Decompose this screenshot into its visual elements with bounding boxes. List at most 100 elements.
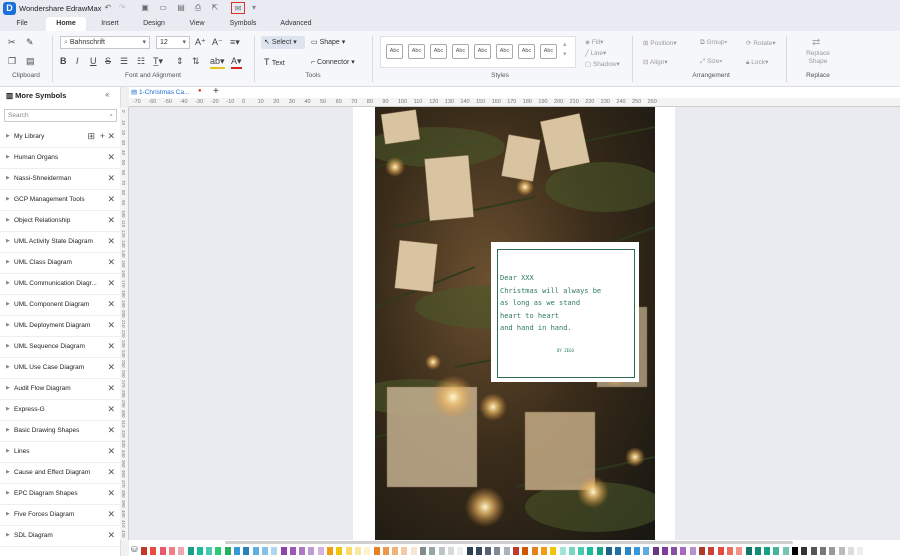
color-swatch[interactable] [317, 547, 324, 555]
increase-font-icon[interactable]: A⁺ [195, 37, 206, 48]
library-item[interactable]: ▶ GCP Management Tools ✕ [0, 190, 121, 211]
card-text-line[interactable]: as long as we stand [500, 299, 580, 307]
color-swatch[interactable] [327, 547, 333, 555]
tab-view[interactable]: View [185, 17, 209, 31]
library-item[interactable]: ▶ Object Relationship ✕ [0, 211, 121, 232]
select-tool-button[interactable]: ↖ Select ▾ [261, 36, 305, 49]
color-swatch[interactable] [364, 547, 371, 555]
tab-symbols[interactable]: Symbols [225, 17, 261, 31]
expand-arrow-icon[interactable]: ▶ [6, 238, 10, 244]
tab-advanced[interactable]: Advanced [277, 17, 315, 31]
redo-icon[interactable]: ↷ [117, 2, 127, 14]
color-swatch[interactable] [159, 547, 166, 555]
color-swatch[interactable] [224, 547, 231, 555]
align-menu-icon[interactable]: ≡▾ [230, 37, 240, 48]
card-signature[interactable]: BY ZEGO [557, 348, 574, 353]
style-preset[interactable]: Abc [518, 44, 535, 59]
library-item[interactable]: ▶ UML Communication Diagr... ✕ [0, 274, 121, 295]
close-icon[interactable]: ✕ [107, 320, 115, 331]
color-swatch[interactable] [457, 547, 464, 555]
expand-arrow-icon[interactable]: ▶ [6, 385, 10, 391]
bullet-list-icon[interactable]: ☰ [120, 56, 128, 67]
close-icon[interactable]: ✕ [107, 509, 115, 520]
add-icon[interactable]: + [100, 131, 105, 141]
color-swatch[interactable] [847, 547, 854, 555]
library-item[interactable]: ▶ Lines ✕ [0, 442, 121, 463]
color-swatch[interactable] [447, 547, 454, 555]
color-swatch[interactable] [540, 547, 547, 555]
close-icon[interactable]: ✕ [107, 488, 115, 499]
color-swatch[interactable] [801, 547, 808, 555]
card-text-line[interactable]: Dear XXX [500, 274, 534, 282]
close-icon[interactable]: ✕ [107, 341, 115, 352]
expand-arrow-icon[interactable]: ▶ [6, 175, 10, 181]
copy-icon[interactable]: ❐ [8, 56, 16, 67]
color-swatch[interactable] [354, 547, 361, 555]
tab-home[interactable]: Home [46, 17, 86, 31]
library-item[interactable]: ▶ Nassi-Shneiderman ✕ [0, 169, 121, 190]
color-swatch[interactable] [792, 547, 798, 555]
color-swatch[interactable] [587, 547, 594, 555]
expand-arrow-icon[interactable]: ▶ [6, 280, 10, 286]
shadow-button[interactable]: ▢ Shadow▾ [585, 60, 620, 68]
color-swatch[interactable] [559, 547, 566, 555]
highlight-icon[interactable]: ab▾ [210, 56, 225, 69]
color-swatch[interactable] [764, 547, 771, 555]
color-swatch[interactable] [736, 547, 743, 555]
styles-scroll-down-icon[interactable]: ▾ [563, 49, 567, 60]
color-swatch[interactable] [373, 547, 380, 555]
color-swatch[interactable] [234, 547, 240, 555]
color-swatch[interactable] [829, 547, 836, 555]
font-name-select[interactable]: ⌕ Bahnschrift ▾ [60, 36, 150, 49]
fill-button[interactable]: ◈ Fill▾ [585, 38, 603, 46]
color-swatch[interactable] [578, 547, 585, 555]
lock-button[interactable]: 🔒︎ Lock▾ [746, 58, 768, 67]
color-swatch[interactable] [819, 547, 826, 555]
color-swatch[interactable] [652, 547, 659, 555]
group-button[interactable]: ⧉ Group▾ [700, 39, 727, 47]
color-swatch[interactable] [410, 547, 417, 555]
library-item[interactable]: ▶ UML Sequence Diagram ✕ [0, 337, 121, 358]
expand-arrow-icon[interactable]: ▶ [6, 259, 10, 265]
color-swatch[interactable] [717, 547, 724, 555]
color-swatch[interactable] [531, 547, 538, 555]
import-icon[interactable]: ⊞ [87, 131, 95, 142]
expand-arrow-icon[interactable]: ▶ [6, 448, 10, 454]
library-item[interactable]: ▶ SDL Diagram ✕ [0, 526, 121, 547]
color-swatch[interactable] [187, 547, 194, 555]
size-button[interactable]: ⤢ Size▾ [700, 58, 722, 66]
expand-arrow-icon[interactable]: ▶ [6, 217, 10, 223]
close-icon[interactable]: ✕ [107, 530, 115, 541]
library-item[interactable]: ▶ Basic Drawing Shapes ✕ [0, 421, 121, 442]
add-document-icon[interactable]: + [213, 86, 219, 97]
expand-arrow-icon[interactable]: ▶ [6, 490, 10, 496]
color-swatch[interactable] [438, 547, 445, 555]
close-icon[interactable]: ✕ [107, 278, 115, 289]
close-icon[interactable]: ✕ [107, 131, 115, 142]
library-item[interactable]: ▶ UML Deployment Diagram ✕ [0, 316, 121, 337]
color-swatch[interactable] [661, 547, 668, 555]
position-button[interactable]: ⊞ Position▾ [643, 39, 677, 47]
tab-design[interactable]: Design [139, 17, 169, 31]
document-tab[interactable]: ▤ 1-Christmas Ca... [131, 88, 190, 96]
color-swatch[interactable] [513, 547, 519, 555]
style-preset[interactable]: Abc [408, 44, 425, 59]
color-swatch[interactable] [289, 547, 296, 555]
close-icon[interactable]: ✕ [107, 467, 115, 478]
color-swatch[interactable] [596, 547, 603, 555]
expand-arrow-icon[interactable]: ▶ [6, 511, 10, 517]
new-file-icon[interactable]: ▣ [140, 2, 150, 14]
library-item[interactable]: ▶ UML Use Case Diagram ✕ [0, 358, 121, 379]
library-item[interactable]: ▶ UML Activity State Diagram ✕ [0, 232, 121, 253]
strikethrough-icon[interactable]: S [105, 56, 111, 67]
replace-shape-label-1[interactable]: Replace [805, 50, 831, 57]
horizontal-scrollbar[interactable] [225, 541, 793, 544]
color-swatch[interactable] [615, 547, 622, 555]
text-format-icon[interactable]: T̲▾ [153, 56, 163, 67]
expand-arrow-icon[interactable]: ▶ [6, 133, 10, 139]
color-swatch[interactable] [810, 547, 817, 555]
color-swatch[interactable] [392, 547, 399, 555]
color-swatch[interactable] [243, 547, 250, 555]
symbol-search-input[interactable]: Search ⌕ [4, 109, 117, 122]
color-swatch[interactable] [150, 547, 157, 555]
